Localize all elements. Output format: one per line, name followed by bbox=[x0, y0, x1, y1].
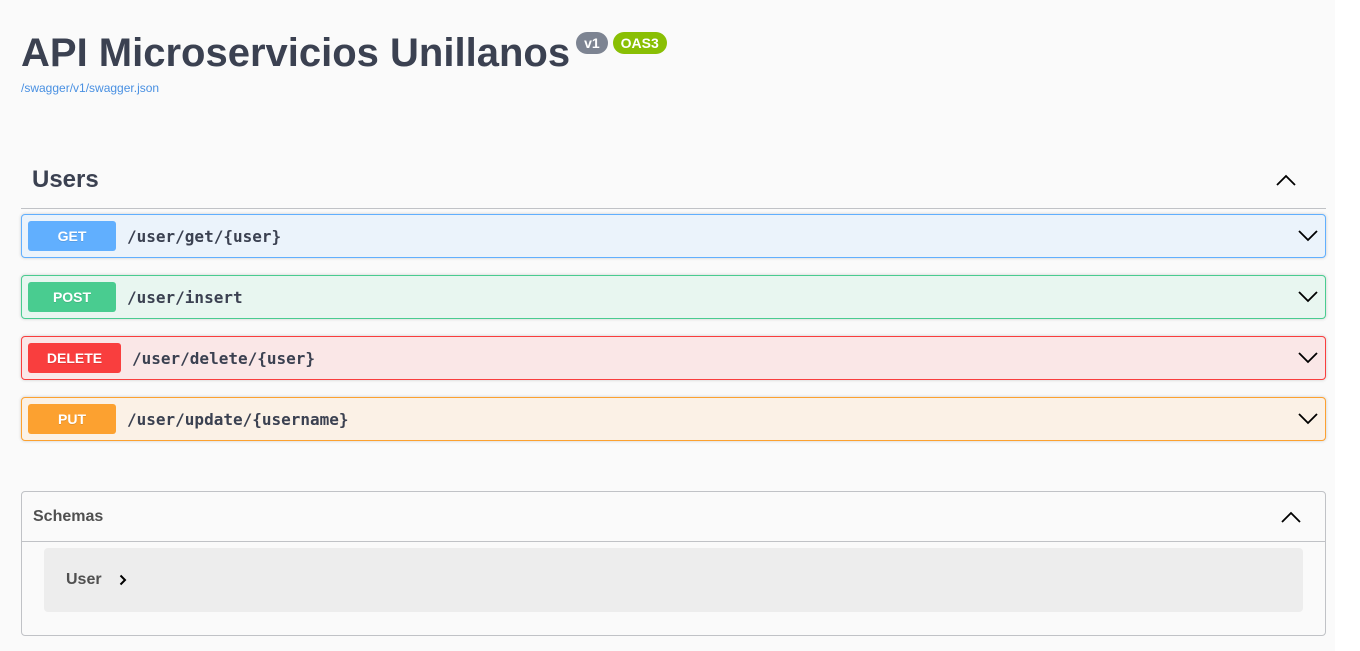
operation-path[interactable]: /user/delete/{user} bbox=[132, 349, 315, 368]
tag-title: Users bbox=[32, 166, 99, 193]
operation-put-user-update[interactable]: PUT /user/update/{username} bbox=[21, 397, 1326, 441]
schemas-section: Schemas User bbox=[21, 491, 1326, 636]
model-name[interactable]: User bbox=[66, 571, 102, 589]
operation-post-user-insert[interactable]: POST /user/insert bbox=[21, 275, 1326, 319]
method-badge-get: GET bbox=[28, 221, 116, 251]
chevron-up-icon[interactable] bbox=[1278, 504, 1304, 530]
method-badge-put: PUT bbox=[28, 404, 116, 434]
swagger-ui-page: API Microservicios Unillanos v1 OAS3 /sw… bbox=[0, 0, 1335, 651]
oas-badge: OAS3 bbox=[612, 32, 667, 54]
method-badge-delete: DELETE bbox=[28, 343, 121, 373]
method-badge-post: POST bbox=[28, 282, 116, 312]
operation-path[interactable]: /user/get/{user} bbox=[127, 227, 281, 246]
model-user[interactable]: User bbox=[44, 548, 1303, 612]
spec-url-link[interactable]: /swagger/v1/swagger.json bbox=[21, 81, 159, 95]
chevron-down-icon[interactable] bbox=[1297, 286, 1319, 308]
operation-path[interactable]: /user/insert bbox=[127, 288, 243, 307]
chevron-right-icon[interactable] bbox=[116, 573, 130, 587]
operation-get-user[interactable]: GET /user/get/{user} bbox=[21, 214, 1326, 258]
schemas-title: Schemas bbox=[33, 507, 104, 525]
operation-path[interactable]: /user/update/{username} bbox=[127, 410, 349, 429]
chevron-down-icon[interactable] bbox=[1297, 225, 1319, 247]
tag-section-users[interactable]: Users bbox=[21, 152, 1326, 209]
chevron-up-icon[interactable] bbox=[1273, 167, 1299, 193]
chevron-down-icon[interactable] bbox=[1297, 408, 1319, 430]
schemas-header[interactable]: Schemas bbox=[22, 492, 1325, 542]
api-title-row: API Microservicios Unillanos v1 OAS3 bbox=[21, 30, 667, 76]
version-badge: v1 bbox=[576, 32, 608, 54]
chevron-down-icon[interactable] bbox=[1297, 347, 1319, 369]
operation-delete-user[interactable]: DELETE /user/delete/{user} bbox=[21, 336, 1326, 380]
api-title: API Microservicios Unillanos bbox=[21, 31, 571, 75]
